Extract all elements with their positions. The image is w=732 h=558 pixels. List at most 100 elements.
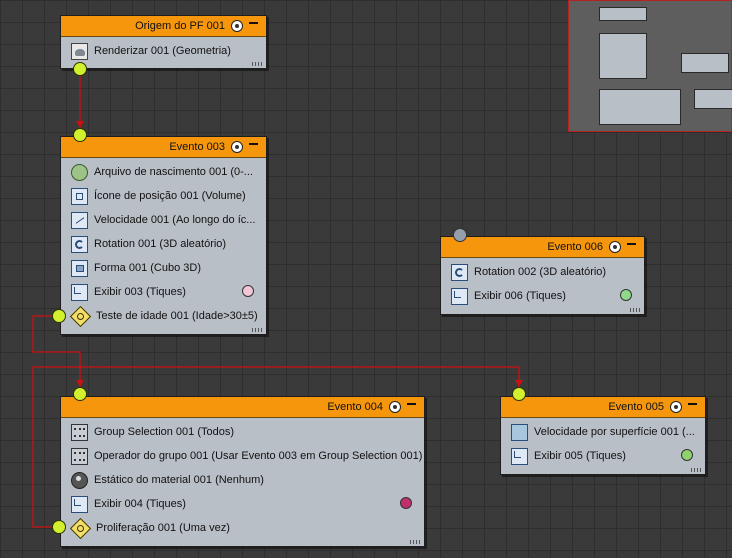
operator-row[interactable]: Forma 001 (Cubo 3D) (61, 256, 266, 280)
spawn-test-icon (69, 517, 92, 539)
node-header[interactable]: Evento 006 (441, 237, 644, 258)
minimize-icon[interactable] (407, 403, 416, 405)
minimize-icon[interactable] (249, 143, 258, 145)
node-header[interactable]: Origem do PF 001 (61, 16, 266, 37)
node-title: Origem do PF 001 (135, 20, 225, 32)
node-evento-006[interactable]: Evento 006 Rotation 002 (3D aleatório) E… (440, 236, 645, 315)
speed-icon (71, 211, 88, 229)
color-swatch[interactable] (681, 449, 693, 461)
test-output-port[interactable] (52, 520, 66, 534)
resize-grip-icon[interactable] (630, 308, 642, 312)
node-title: Evento 006 (547, 241, 603, 253)
node-title: Evento 004 (327, 401, 383, 413)
operator-row[interactable]: Group Selection 001 (Todos) (61, 420, 424, 444)
test-output-port[interactable] (52, 309, 66, 323)
operator-row[interactable]: Renderizar 001 (Geometria) (61, 39, 266, 63)
operator-label: Proliferação 001 (Uma vez) (96, 522, 230, 534)
position-icon (71, 187, 88, 205)
node-header[interactable]: Evento 003 (61, 137, 266, 158)
minimize-icon[interactable] (249, 22, 258, 24)
navigator-minimap[interactable] (568, 0, 732, 132)
operator-row[interactable]: Ícone de posição 001 (Volume) (61, 184, 266, 208)
operator-row[interactable]: Arquivo de nascimento 001 (0-... (61, 160, 266, 184)
operator-label: Arquivo de nascimento 001 (0-... (94, 166, 253, 178)
shape-icon (71, 259, 88, 277)
material-icon (71, 471, 88, 489)
minimize-icon[interactable] (627, 243, 636, 245)
minimap-block (599, 33, 647, 79)
operator-label: Teste de idade 001 (Idade>30±5) (96, 310, 258, 322)
node-evento-005[interactable]: Evento 005 Velocidade por superfície 001… (500, 396, 706, 475)
operator-label: Rotation 002 (3D aleatório) (474, 266, 607, 278)
rotation-icon (71, 235, 88, 253)
operator-label: Rotation 001 (3D aleatório) (94, 238, 227, 250)
birth-file-icon (71, 163, 88, 181)
group-selection-icon (71, 423, 88, 441)
resize-grip-icon[interactable] (410, 540, 422, 544)
operator-row[interactable]: Velocidade 001 (Ao longo do íc... (61, 208, 266, 232)
operator-label: Exibir 004 (Tiques) (94, 498, 186, 510)
input-port[interactable] (453, 228, 467, 242)
age-test-icon (69, 305, 92, 327)
display-icon (511, 447, 528, 465)
resize-grip-icon[interactable] (252, 328, 264, 332)
operator-label: Group Selection 001 (Todos) (94, 426, 235, 438)
minimap-block (599, 89, 681, 125)
node-evento-004[interactable]: Evento 004 Group Selection 001 (Todos) O… (60, 396, 425, 547)
node-evento-003[interactable]: Evento 003 Arquivo de nascimento 001 (0-… (60, 136, 267, 335)
display-icon (71, 495, 88, 513)
operator-row[interactable]: Rotation 002 (3D aleatório) (441, 260, 644, 284)
lightbulb-icon[interactable] (389, 401, 401, 413)
wire-arrowhead (76, 380, 84, 387)
input-port[interactable] (73, 128, 87, 142)
color-swatch[interactable] (400, 497, 412, 509)
minimize-icon[interactable] (688, 403, 697, 405)
node-header[interactable]: Evento 005 (501, 397, 705, 418)
wire-arrowhead (76, 121, 84, 128)
minimap-block (694, 89, 732, 109)
operator-label: Estático do material 001 (Nenhum) (94, 474, 264, 486)
color-swatch[interactable] (242, 285, 254, 297)
operator-row[interactable]: Exibir 005 (Tiques) (501, 444, 705, 468)
node-header[interactable]: Evento 004 (61, 397, 424, 418)
minimap-block (681, 53, 729, 73)
lightbulb-icon[interactable] (231, 141, 243, 153)
operator-row[interactable]: Exibir 003 (Tiques) (61, 280, 266, 304)
operator-row[interactable]: Operador do grupo 001 (Usar Evento 003 e… (61, 444, 424, 468)
operator-row[interactable]: Estático do material 001 (Nenhum) (61, 468, 424, 492)
operator-label: Ícone de posição 001 (Volume) (94, 190, 246, 202)
render-icon (71, 42, 88, 60)
display-icon (71, 283, 88, 301)
operator-label: Velocidade 001 (Ao longo do íc... (94, 214, 256, 226)
operator-label: Forma 001 (Cubo 3D) (94, 262, 201, 274)
speed-by-surface-icon (511, 423, 528, 441)
node-title: Evento 003 (169, 141, 225, 153)
lightbulb-icon[interactable] (670, 401, 682, 413)
operator-label: Operador do grupo 001 (Usar Evento 003 e… (94, 450, 423, 462)
output-port[interactable] (73, 62, 87, 76)
operator-row[interactable]: Rotation 001 (3D aleatório) (61, 232, 266, 256)
operator-label: Velocidade por superfície 001 (... (534, 426, 695, 438)
operator-row[interactable]: Exibir 006 (Tiques) (441, 284, 644, 308)
wire-arrowhead (515, 380, 523, 387)
operator-label: Exibir 006 (Tiques) (474, 290, 566, 302)
node-title: Evento 005 (608, 401, 664, 413)
node-origem-pf-001[interactable]: Origem do PF 001 Renderizar 001 (Geometr… (60, 15, 267, 69)
display-icon (451, 287, 468, 305)
operator-label: Exibir 005 (Tiques) (534, 450, 626, 462)
input-port[interactable] (512, 387, 526, 401)
input-port[interactable] (73, 387, 87, 401)
color-swatch[interactable] (620, 289, 632, 301)
operator-label: Renderizar 001 (Geometria) (94, 45, 231, 57)
minimap-block (599, 7, 647, 21)
rotation-icon (451, 263, 468, 281)
operator-row[interactable]: Proliferação 001 (Uma vez) (61, 516, 424, 540)
operator-row[interactable]: Teste de idade 001 (Idade>30±5) (61, 304, 266, 328)
lightbulb-icon[interactable] (231, 20, 243, 32)
operator-row[interactable]: Exibir 004 (Tiques) (61, 492, 424, 516)
operator-row[interactable]: Velocidade por superfície 001 (... (501, 420, 705, 444)
lightbulb-icon[interactable] (609, 241, 621, 253)
group-operator-icon (71, 447, 88, 465)
resize-grip-icon[interactable] (252, 62, 264, 66)
resize-grip-icon[interactable] (691, 468, 703, 472)
